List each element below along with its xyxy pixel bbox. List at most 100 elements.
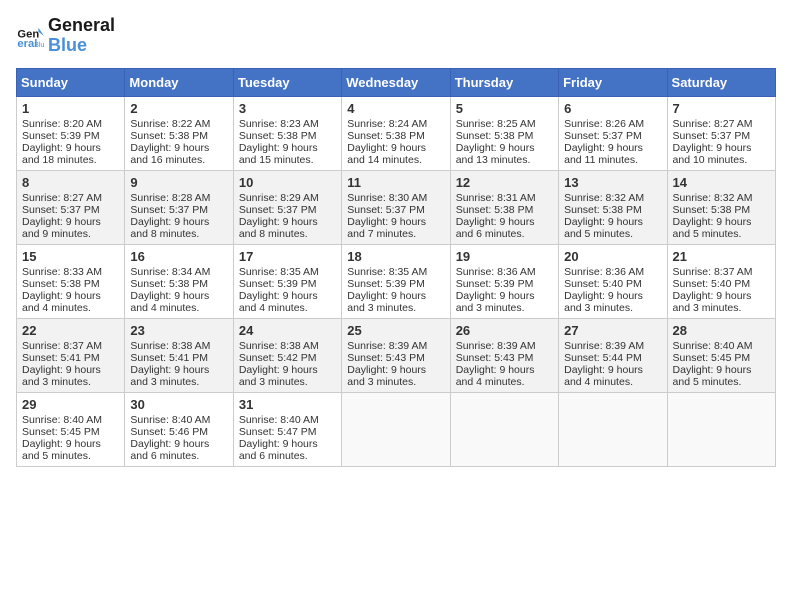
day-info: Sunrise: 8:37 AMSunset: 5:40 PMDaylight:… xyxy=(673,266,753,314)
day-info: Sunrise: 8:28 AMSunset: 5:37 PMDaylight:… xyxy=(130,192,210,240)
calendar-cell: 26 Sunrise: 8:39 AMSunset: 5:43 PMDayligh… xyxy=(450,318,558,392)
calendar-cell: 12Sunrise: 8:31 AMSunset: 5:38 PMDayligh… xyxy=(450,170,558,244)
calendar-cell: 9 Sunrise: 8:28 AMSunset: 5:37 PMDaylight… xyxy=(125,170,233,244)
calendar-cell: 10 Sunrise: 8:29 AMSunset: 5:37 PMDayligh… xyxy=(233,170,341,244)
calendar-cell: 15 Sunrise: 8:33 AMSunset: 5:38 PMDayligh… xyxy=(17,244,125,318)
calendar-cell: 5 Sunrise: 8:25 AMSunset: 5:38 PMDaylight… xyxy=(450,96,558,170)
day-number: 27 xyxy=(564,323,661,338)
col-header-saturday: Saturday xyxy=(667,68,775,96)
day-number: 10 xyxy=(239,175,336,190)
day-number: 9 xyxy=(130,175,227,190)
day-number: 26 xyxy=(456,323,553,338)
day-info: Sunrise: 8:40 AMSunset: 5:47 PMDaylight:… xyxy=(239,414,319,462)
day-info: Sunrise: 8:24 AMSunset: 5:38 PMDaylight:… xyxy=(347,118,427,166)
calendar-cell: 4 Sunrise: 8:24 AMSunset: 5:38 PMDaylight… xyxy=(342,96,450,170)
day-info: Sunrise: 8:38 AMSunset: 5:42 PMDaylight:… xyxy=(239,340,319,388)
day-info: Sunrise: 8:32 AMSunset: 5:38 PMDaylight:… xyxy=(564,192,644,240)
page-header: Gen eral Blue General Blue xyxy=(16,16,776,56)
logo-icon: Gen eral Blue xyxy=(16,22,44,50)
calendar-cell: 18 Sunrise: 8:35 AMSunset: 5:39 PMDayligh… xyxy=(342,244,450,318)
calendar-cell: 25 Sunrise: 8:39 AMSunset: 5:43 PMDayligh… xyxy=(342,318,450,392)
calendar-cell xyxy=(342,392,450,466)
day-info: Sunrise: 8:40 AMSunset: 5:45 PMDaylight:… xyxy=(673,340,753,388)
col-header-friday: Friday xyxy=(559,68,667,96)
calendar-cell: 27 Sunrise: 8:39 AMSunset: 5:44 PMDayligh… xyxy=(559,318,667,392)
day-number: 29 xyxy=(22,397,119,412)
day-number: 17 xyxy=(239,249,336,264)
day-info: Sunrise: 8:27 AMSunset: 5:37 PMDaylight:… xyxy=(22,192,102,240)
calendar-week-row: 15 Sunrise: 8:33 AMSunset: 5:38 PMDayligh… xyxy=(17,244,776,318)
calendar-cell: 13 Sunrise: 8:32 AMSunset: 5:38 PMDayligh… xyxy=(559,170,667,244)
day-number: 11 xyxy=(347,175,444,190)
calendar-cell: 17 Sunrise: 8:35 AMSunset: 5:39 PMDayligh… xyxy=(233,244,341,318)
calendar-week-row: 1Sunrise: 8:20 AMSunset: 5:39 PMDaylight… xyxy=(17,96,776,170)
day-info: Sunrise: 8:39 AMSunset: 5:43 PMDaylight:… xyxy=(347,340,427,388)
day-info: Sunrise: 8:40 AMSunset: 5:45 PMDaylight:… xyxy=(22,414,102,462)
day-info: Sunrise: 8:35 AMSunset: 5:39 PMDaylight:… xyxy=(239,266,319,314)
day-info: Sunrise: 8:29 AMSunset: 5:37 PMDaylight:… xyxy=(239,192,319,240)
day-number: 20 xyxy=(564,249,661,264)
day-info: Sunrise: 8:23 AMSunset: 5:38 PMDaylight:… xyxy=(239,118,319,166)
day-info: Sunrise: 8:27 AMSunset: 5:37 PMDaylight:… xyxy=(673,118,753,166)
calendar-cell: 6 Sunrise: 8:26 AMSunset: 5:37 PMDaylight… xyxy=(559,96,667,170)
logo: Gen eral Blue General Blue xyxy=(16,16,115,56)
day-number: 31 xyxy=(239,397,336,412)
day-number: 7 xyxy=(673,101,770,116)
day-info: Sunrise: 8:36 AMSunset: 5:39 PMDaylight:… xyxy=(456,266,536,314)
day-info: Sunrise: 8:39 AMSunset: 5:44 PMDaylight:… xyxy=(564,340,644,388)
calendar-cell: 20Sunrise: 8:36 AMSunset: 5:40 PMDayligh… xyxy=(559,244,667,318)
day-number: 6 xyxy=(564,101,661,116)
calendar-cell: 22 Sunrise: 8:37 AMSunset: 5:41 PMDayligh… xyxy=(17,318,125,392)
day-info: Sunrise: 8:33 AMSunset: 5:38 PMDaylight:… xyxy=(22,266,102,314)
calendar-week-row: 22 Sunrise: 8:37 AMSunset: 5:41 PMDayligh… xyxy=(17,318,776,392)
day-info: Sunrise: 8:39 AMSunset: 5:43 PMDaylight:… xyxy=(456,340,536,388)
day-number: 28 xyxy=(673,323,770,338)
day-info: Sunrise: 8:22 AMSunset: 5:38 PMDaylight:… xyxy=(130,118,210,166)
calendar-week-row: 29 Sunrise: 8:40 AMSunset: 5:45 PMDayligh… xyxy=(17,392,776,466)
day-number: 4 xyxy=(347,101,444,116)
day-number: 13 xyxy=(564,175,661,190)
day-info: Sunrise: 8:25 AMSunset: 5:38 PMDaylight:… xyxy=(456,118,536,166)
calendar-week-row: 8 Sunrise: 8:27 AMSunset: 5:37 PMDaylight… xyxy=(17,170,776,244)
day-info: Sunrise: 8:35 AMSunset: 5:39 PMDaylight:… xyxy=(347,266,427,314)
calendar-cell: 14Sunrise: 8:32 AMSunset: 5:38 PMDayligh… xyxy=(667,170,775,244)
day-info: Sunrise: 8:37 AMSunset: 5:41 PMDaylight:… xyxy=(22,340,102,388)
day-info: Sunrise: 8:26 AMSunset: 5:37 PMDaylight:… xyxy=(564,118,644,166)
day-number: 24 xyxy=(239,323,336,338)
day-info: Sunrise: 8:20 AMSunset: 5:39 PMDaylight:… xyxy=(22,118,102,166)
day-info: Sunrise: 8:40 AMSunset: 5:46 PMDaylight:… xyxy=(130,414,210,462)
day-number: 15 xyxy=(22,249,119,264)
day-number: 18 xyxy=(347,249,444,264)
day-info: Sunrise: 8:30 AMSunset: 5:37 PMDaylight:… xyxy=(347,192,427,240)
calendar-cell: 23 Sunrise: 8:38 AMSunset: 5:41 PMDayligh… xyxy=(125,318,233,392)
col-header-wednesday: Wednesday xyxy=(342,68,450,96)
day-number: 25 xyxy=(347,323,444,338)
logo-text: General Blue xyxy=(48,16,115,56)
calendar-cell xyxy=(667,392,775,466)
day-number: 3 xyxy=(239,101,336,116)
calendar-cell: 11 Sunrise: 8:30 AMSunset: 5:37 PMDayligh… xyxy=(342,170,450,244)
calendar-cell: 31 Sunrise: 8:40 AMSunset: 5:47 PMDayligh… xyxy=(233,392,341,466)
calendar-cell: 28 Sunrise: 8:40 AMSunset: 5:45 PMDayligh… xyxy=(667,318,775,392)
day-number: 22 xyxy=(22,323,119,338)
calendar-cell: 16Sunrise: 8:34 AMSunset: 5:38 PMDayligh… xyxy=(125,244,233,318)
col-header-sunday: Sunday xyxy=(17,68,125,96)
calendar-cell: 7 Sunrise: 8:27 AMSunset: 5:37 PMDaylight… xyxy=(667,96,775,170)
day-info: Sunrise: 8:32 AMSunset: 5:38 PMDaylight:… xyxy=(673,192,753,240)
calendar-cell: 30Sunrise: 8:40 AMSunset: 5:46 PMDayligh… xyxy=(125,392,233,466)
day-number: 19 xyxy=(456,249,553,264)
calendar-cell: 3 Sunrise: 8:23 AMSunset: 5:38 PMDaylight… xyxy=(233,96,341,170)
calendar-cell: 2 Sunrise: 8:22 AMSunset: 5:38 PMDaylight… xyxy=(125,96,233,170)
day-info: Sunrise: 8:38 AMSunset: 5:41 PMDaylight:… xyxy=(130,340,210,388)
calendar-table: SundayMondayTuesdayWednesdayThursdayFrid… xyxy=(16,68,776,467)
col-header-tuesday: Tuesday xyxy=(233,68,341,96)
day-number: 12 xyxy=(456,175,553,190)
calendar-cell: 8 Sunrise: 8:27 AMSunset: 5:37 PMDaylight… xyxy=(17,170,125,244)
calendar-cell xyxy=(450,392,558,466)
day-number: 23 xyxy=(130,323,227,338)
day-number: 5 xyxy=(456,101,553,116)
day-number: 8 xyxy=(22,175,119,190)
day-number: 21 xyxy=(673,249,770,264)
day-number: 2 xyxy=(130,101,227,116)
day-info: Sunrise: 8:34 AMSunset: 5:38 PMDaylight:… xyxy=(130,266,210,314)
